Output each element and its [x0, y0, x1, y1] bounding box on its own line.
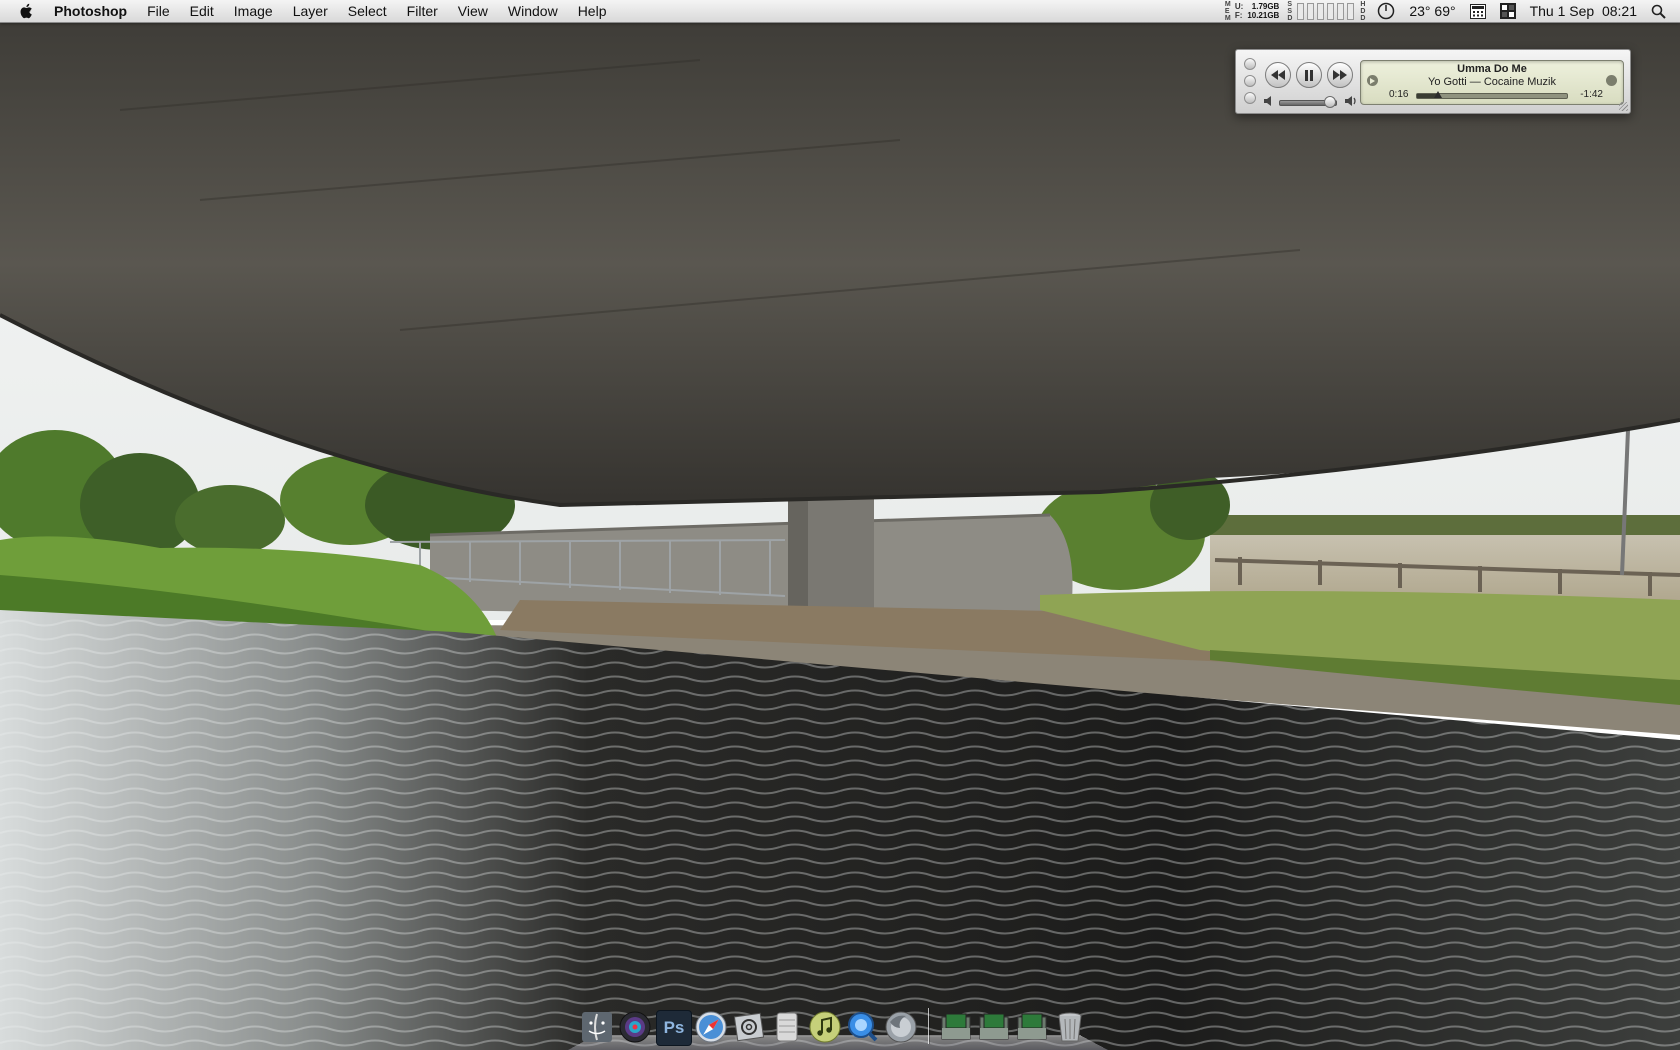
meter-bar: [1337, 2, 1345, 20]
snapback-icon[interactable]: [1606, 75, 1617, 86]
calculator-icon[interactable]: [1469, 3, 1486, 19]
volume-slider-knob[interactable]: [1324, 96, 1337, 108]
menu-edit[interactable]: Edit: [190, 0, 214, 22]
menu-filter[interactable]: Filter: [407, 0, 438, 22]
menu-file[interactable]: File: [147, 0, 170, 22]
menu-app-photoshop[interactable]: Photoshop: [54, 0, 127, 22]
clock-icon[interactable]: [1377, 2, 1395, 20]
meter-bar: [1317, 2, 1325, 20]
photoshop-icon[interactable]: Ps: [656, 1010, 692, 1046]
wallpaper-bridge-canal-scene: [0, 0, 1680, 1050]
itunes-icon[interactable]: [808, 1010, 842, 1044]
elapsed-time: 0:16: [1389, 89, 1409, 100]
ssd-label: S S D: [1287, 0, 1293, 22]
hdd-label: H D D: [1360, 0, 1366, 22]
zoom-window-button[interactable]: [1244, 92, 1256, 104]
menu-help[interactable]: Help: [578, 0, 607, 22]
safari-icon[interactable]: [694, 1010, 728, 1044]
previous-track-button[interactable]: [1265, 62, 1291, 88]
aperture-icon[interactable]: [618, 1010, 652, 1044]
fast-forward-icon: [1333, 70, 1347, 80]
dock-separator: [928, 1008, 929, 1044]
meter-bar: [1297, 2, 1305, 20]
now-playing-display[interactable]: Umma Do Me Yo Gotti — Cocaine Muzik 0:16…: [1360, 60, 1624, 105]
menu-extras: M E M U: F: 1.79GB 10.21GB S S D H D D 2…: [1225, 0, 1680, 22]
spotlight-search-icon[interactable]: [1651, 4, 1666, 19]
resize-grip[interactable]: [1619, 102, 1628, 111]
dock: Ps: [568, 996, 1108, 1050]
finder-icon[interactable]: [580, 1010, 614, 1044]
trash-icon[interactable]: [1053, 1010, 1087, 1044]
meter-bar: [1347, 2, 1355, 20]
itunes-mini-player[interactable]: Umma Do Me Yo Gotti — Cocaine Muzik 0:16…: [1235, 49, 1631, 114]
next-track-button[interactable]: [1327, 62, 1353, 88]
disk-activity-meter[interactable]: [1297, 2, 1355, 20]
stack-folder-2-icon[interactable]: [977, 1010, 1011, 1044]
track-artist-album: Yo Gotti — Cocaine Muzik: [1428, 76, 1556, 88]
stack-folder-1-icon[interactable]: [939, 1010, 973, 1044]
weather-readout[interactable]: 23° 69°: [1409, 3, 1455, 19]
meter-bar: [1327, 2, 1335, 20]
menu-window[interactable]: Window: [508, 0, 558, 22]
mail-icon[interactable]: [732, 1010, 766, 1044]
disk-utility-icon[interactable]: [770, 1010, 804, 1044]
spaces-icon[interactable]: [1499, 3, 1516, 19]
playhead-marker[interactable]: [1434, 91, 1442, 98]
volume-high-icon: [1345, 96, 1356, 106]
pause-button[interactable]: [1296, 62, 1322, 88]
menu-image[interactable]: Image: [234, 0, 273, 22]
minimize-window-button[interactable]: [1244, 75, 1256, 87]
menu-layer[interactable]: Layer: [293, 0, 328, 22]
remaining-time: -1:42: [1580, 89, 1603, 100]
meter-bar: [1307, 2, 1315, 20]
memory-free: 10.21GB: [1247, 11, 1280, 20]
apple-logo-icon[interactable]: [18, 2, 36, 20]
menubar-clock[interactable]: Thu 1 Sep 08:21: [1530, 3, 1637, 19]
firefox-icon[interactable]: [884, 1010, 918, 1044]
memory-prefix-label: M E M: [1224, 0, 1231, 22]
close-window-button[interactable]: [1244, 58, 1256, 70]
stack-folder-3-icon[interactable]: [1015, 1010, 1049, 1044]
menu-select[interactable]: Select: [348, 0, 387, 22]
desktop-wallpaper: [0, 0, 1680, 1050]
pause-icon: [1305, 69, 1313, 81]
menu-view[interactable]: View: [458, 0, 488, 22]
memory-used: 1.79GB: [1251, 2, 1280, 11]
menu-bar: Photoshop File Edit Image Layer Select F…: [0, 0, 1680, 23]
memory-monitor[interactable]: U: F: 1.79GB 10.21GB: [1235, 2, 1279, 20]
rewind-icon: [1271, 70, 1285, 80]
track-title: Umma Do Me: [1457, 63, 1527, 75]
quicktime-icon[interactable]: [846, 1010, 880, 1044]
volume-low-icon: [1264, 96, 1271, 106]
